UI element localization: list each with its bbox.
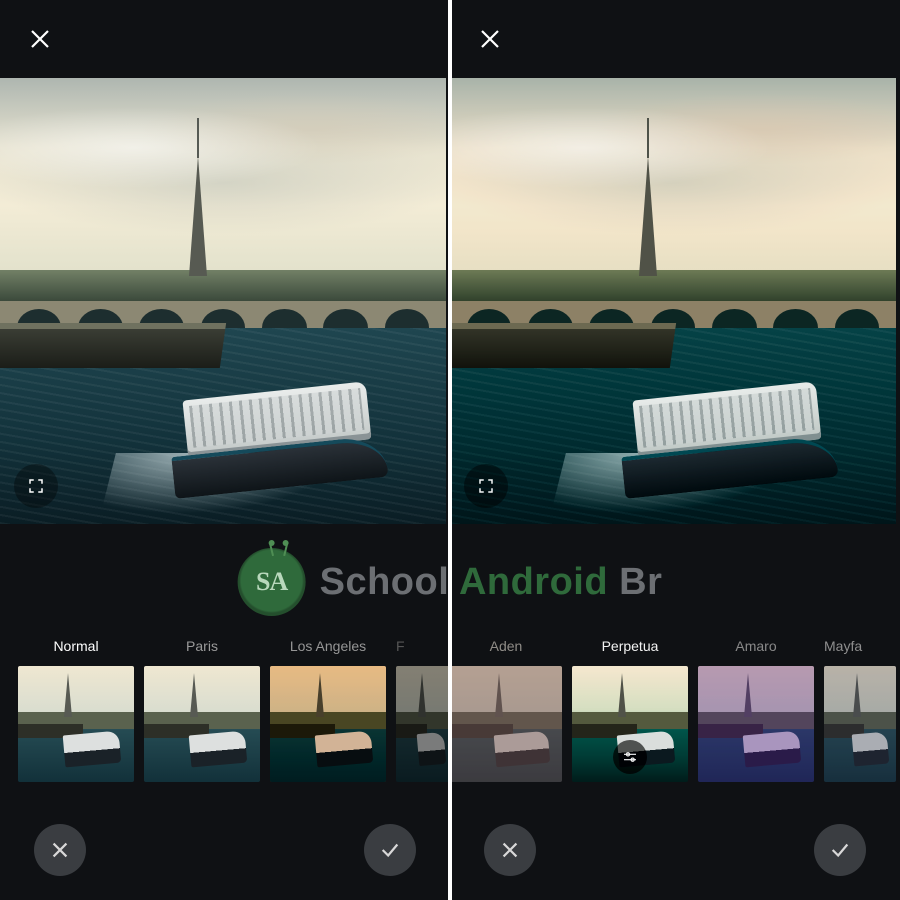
photo-preview[interactable] <box>0 78 446 524</box>
spacer <box>450 524 900 638</box>
filter-amaro[interactable]: Amaro <box>698 638 814 782</box>
bottom-bar <box>0 806 450 900</box>
expand-icon <box>477 477 495 495</box>
editor-screen-normal: Normal Paris Los Angeles F <box>0 0 450 900</box>
filter-label: Paris <box>186 638 218 656</box>
filter-label: Amaro <box>735 638 776 656</box>
filter-strip[interactable]: Aden Perpetua Amaro Mayfa <box>450 638 900 798</box>
topbar <box>0 0 450 78</box>
filter-partial[interactable]: F <box>396 638 450 782</box>
cancel-icon <box>499 839 521 861</box>
filter-paris[interactable]: Paris <box>144 638 260 782</box>
check-icon <box>829 839 851 861</box>
screenshot-divider <box>448 0 452 900</box>
cancel-button[interactable] <box>484 824 536 876</box>
filter-label: Mayfa <box>824 638 862 656</box>
expand-button[interactable] <box>14 464 58 508</box>
photo-preview[interactable] <box>450 78 896 524</box>
expand-icon <box>27 477 45 495</box>
confirm-button[interactable] <box>364 824 416 876</box>
bottom-bar <box>450 806 900 900</box>
cancel-icon <box>49 839 71 861</box>
check-icon <box>379 839 401 861</box>
spacer <box>0 524 450 638</box>
filter-perpetua[interactable]: Perpetua <box>572 638 688 782</box>
filter-label: F <box>396 638 405 656</box>
close-icon <box>478 27 502 51</box>
filter-label: Aden <box>490 638 523 656</box>
filter-label: Normal <box>53 638 98 656</box>
cancel-button[interactable] <box>34 824 86 876</box>
preview-image <box>0 78 446 524</box>
filter-label: Perpetua <box>602 638 659 656</box>
close-button[interactable] <box>470 19 510 59</box>
filter-label: Los Angeles <box>290 638 366 656</box>
filter-strip[interactable]: Normal Paris Los Angeles F <box>0 638 450 798</box>
editor-screen-perpetua: Aden Perpetua Amaro Mayfa <box>450 0 900 900</box>
filter-aden[interactable]: Aden <box>450 638 562 782</box>
filter-mayfair[interactable]: Mayfa <box>824 638 896 782</box>
expand-button[interactable] <box>464 464 508 508</box>
confirm-button[interactable] <box>814 824 866 876</box>
topbar <box>450 0 900 78</box>
close-button[interactable] <box>20 19 60 59</box>
preview-image <box>450 78 896 524</box>
close-icon <box>28 27 52 51</box>
filter-adjust-button[interactable] <box>613 740 647 774</box>
filter-normal[interactable]: Normal <box>18 638 134 782</box>
filter-los-angeles[interactable]: Los Angeles <box>270 638 386 782</box>
sliders-icon <box>622 749 638 765</box>
